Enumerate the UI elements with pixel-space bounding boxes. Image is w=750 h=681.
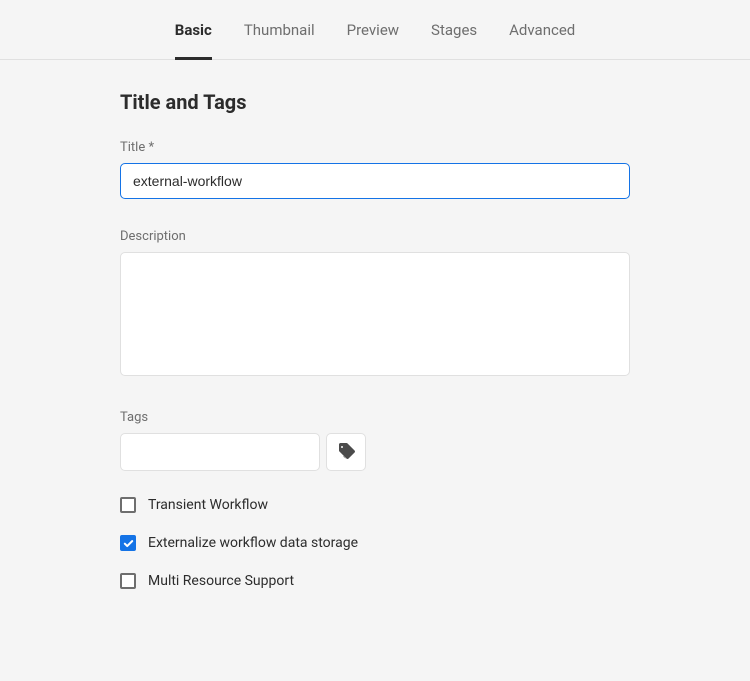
title-input[interactable] (120, 163, 630, 199)
content-area: Title and Tags Title * Description Tags (0, 60, 750, 589)
description-field-group: Description (120, 229, 630, 380)
tabs-bar: Basic Thumbnail Preview Stages Advanced (0, 0, 750, 60)
title-label: Title * (120, 140, 630, 155)
checkbox-box (120, 535, 136, 551)
checkbox-multi-resource[interactable]: Multi Resource Support (120, 573, 630, 589)
tab-preview[interactable]: Preview (347, 21, 399, 60)
description-input[interactable] (120, 252, 630, 376)
title-field-group: Title * (120, 140, 630, 199)
check-icon (123, 534, 134, 553)
tab-thumbnail[interactable]: Thumbnail (244, 21, 315, 60)
section-title: Title and Tags (120, 90, 630, 114)
checkbox-label: Multi Resource Support (148, 573, 294, 589)
tab-advanced[interactable]: Advanced (509, 21, 575, 60)
checkbox-externalize-storage[interactable]: Externalize workflow data storage (120, 535, 630, 551)
tag-icon (337, 442, 355, 463)
tags-label: Tags (120, 410, 630, 425)
tags-input[interactable] (120, 433, 320, 471)
tags-picker-button[interactable] (326, 433, 366, 471)
tab-stages[interactable]: Stages (431, 21, 477, 60)
checkbox-box (120, 573, 136, 589)
checkbox-transient-workflow[interactable]: Transient Workflow (120, 497, 630, 513)
checkbox-label: Transient Workflow (148, 497, 268, 513)
description-label: Description (120, 229, 630, 244)
checkbox-box (120, 497, 136, 513)
checkbox-list: Transient Workflow Externalize workflow … (120, 497, 630, 589)
tags-field-group: Tags (120, 410, 630, 471)
tab-basic[interactable]: Basic (175, 21, 212, 60)
checkbox-label: Externalize workflow data storage (148, 535, 358, 551)
